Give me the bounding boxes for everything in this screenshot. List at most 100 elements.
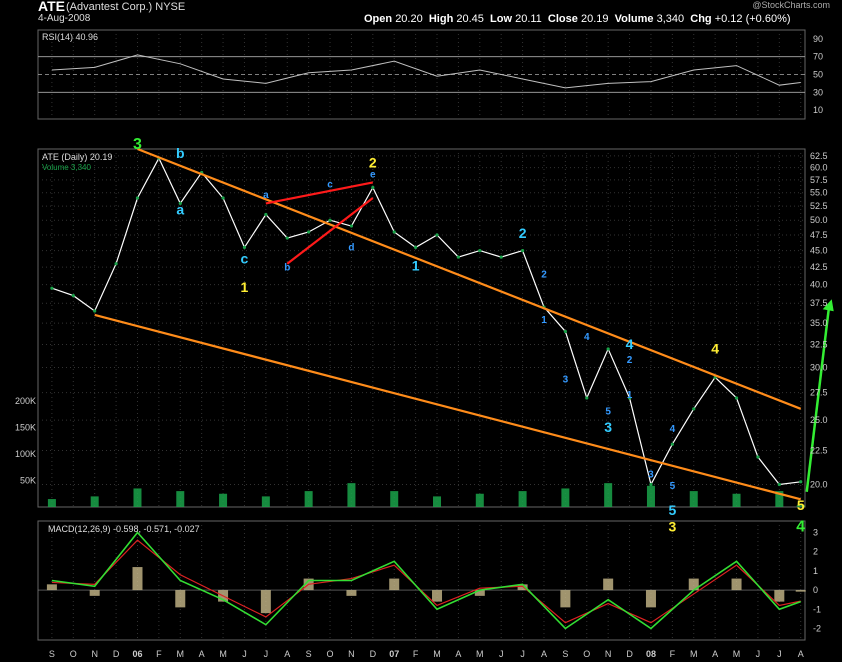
price-point	[734, 396, 739, 400]
macd-histogram-bar	[645, 590, 656, 608]
wave-label: 2	[627, 355, 633, 366]
price-line	[51, 156, 801, 487]
wave-label: 2	[369, 155, 377, 171]
price-tick-label: 55.0	[810, 188, 828, 198]
volume-bar	[90, 496, 99, 507]
x-tick-label: O	[327, 649, 334, 659]
volume-legend: Volume 3,340	[42, 163, 91, 172]
x-tick-label: O	[70, 649, 77, 659]
price-point	[349, 224, 354, 228]
x-tick-label: A	[541, 649, 547, 659]
price-tick-label: 57.5	[810, 175, 828, 185]
price-tick-label: 45.0	[810, 246, 828, 256]
macd-histogram-bar	[132, 567, 143, 591]
volume-bar	[689, 491, 698, 507]
x-tick-label: A	[712, 649, 718, 659]
rsi-tick-label: 10	[813, 105, 823, 115]
x-tick-label: N	[348, 649, 355, 659]
x-tick-label: M	[733, 649, 741, 659]
price-point	[777, 482, 781, 487]
macd-histogram-bar	[89, 590, 100, 596]
price-tick-label: 47.5	[810, 230, 828, 240]
price-point	[307, 230, 311, 234]
x-tick-label: J	[242, 649, 247, 659]
x-tick-label: S	[306, 649, 312, 659]
x-tick-label: M	[219, 649, 227, 659]
x-tick-label: J	[520, 649, 525, 659]
wave-label: 3	[133, 136, 142, 153]
price-point	[435, 233, 439, 237]
wave-label: 4	[626, 336, 634, 352]
macd-histogram-bar	[731, 578, 742, 591]
wave-label: c	[327, 180, 333, 191]
price-point	[371, 185, 375, 190]
macd-signal-line	[51, 539, 801, 624]
price-point	[135, 196, 140, 200]
price-point	[456, 255, 461, 259]
x-tick-label: 08	[646, 649, 656, 659]
macd-histogram-bar	[346, 590, 357, 596]
price-point	[285, 236, 289, 240]
stock-chart: 3bac1abcde21221345342143545354 S O N D 06 F M A…	[15, 29, 834, 659]
x-tick-label: J	[756, 649, 761, 659]
x-tick-label: D	[113, 649, 120, 659]
wave-label: 4	[584, 332, 590, 343]
wave-label: 2	[541, 269, 547, 280]
price-tick-label: 40.0	[810, 280, 828, 290]
x-tick-label: F	[156, 649, 162, 659]
macd-legend: MACD(12,26,9) -0.598, -0.571, -0.027	[48, 524, 200, 534]
volume-bar	[732, 493, 741, 507]
price-point	[692, 407, 696, 411]
volume-bar	[390, 491, 399, 507]
price-tick-label: 35.0	[810, 318, 828, 328]
macd-histogram-bar	[46, 584, 57, 591]
x-tick-label: N	[91, 649, 98, 659]
wave-label: 5	[605, 406, 611, 417]
wave-label: 4	[670, 424, 676, 435]
volume-bar	[176, 491, 185, 507]
price-point	[799, 480, 803, 484]
volume-bar	[219, 493, 228, 507]
price-point	[499, 255, 503, 259]
x-tick-label: J	[264, 649, 269, 659]
macd-histogram-bar	[603, 578, 614, 591]
price-tick-label: 37.5	[810, 298, 828, 308]
x-tick-label: M	[433, 649, 441, 659]
macd-line	[51, 531, 801, 630]
x-tick-label: A	[199, 649, 205, 659]
price-tick-label: 30.0	[810, 363, 828, 373]
rsi-tick-label: 30	[813, 87, 823, 97]
wave-label: 5	[670, 481, 676, 492]
volume-bar	[561, 488, 570, 507]
volume-bar	[604, 483, 613, 507]
macd-tick-label: 0	[813, 585, 818, 595]
x-tick-label: A	[798, 649, 804, 659]
price-point	[71, 293, 75, 298]
price-point	[264, 212, 268, 217]
price-point	[93, 309, 97, 313]
projection-arrow	[805, 309, 830, 492]
price-tick-label: 52.5	[810, 201, 828, 211]
wave-label: e	[370, 169, 376, 180]
price-point	[520, 248, 525, 253]
volume-tick-label: 100K	[15, 449, 36, 459]
volume-bar	[518, 491, 527, 507]
price-point	[50, 286, 54, 290]
x-tick-label: F	[413, 649, 419, 659]
panel-frame-price	[37, 148, 806, 508]
x-tick-label: O	[583, 649, 590, 659]
wave-label: 5	[668, 502, 676, 518]
price-point	[606, 347, 610, 351]
volume-tick-label: 200K	[15, 396, 36, 406]
price-point	[242, 245, 247, 250]
wave-label: 3	[668, 518, 676, 534]
rsi-legend: RSI(14) 40.96	[42, 32, 98, 42]
wave-label: 1	[241, 279, 249, 295]
macd-histogram-bar	[260, 590, 271, 614]
x-tick-label: M	[690, 649, 698, 659]
rsi-tick-label: 50	[813, 70, 823, 80]
price-tick-label: 60.0	[810, 163, 828, 173]
price-legend: ATE (Daily) 20.19	[42, 152, 112, 162]
volume-bar	[133, 488, 142, 507]
price-point	[649, 482, 653, 487]
